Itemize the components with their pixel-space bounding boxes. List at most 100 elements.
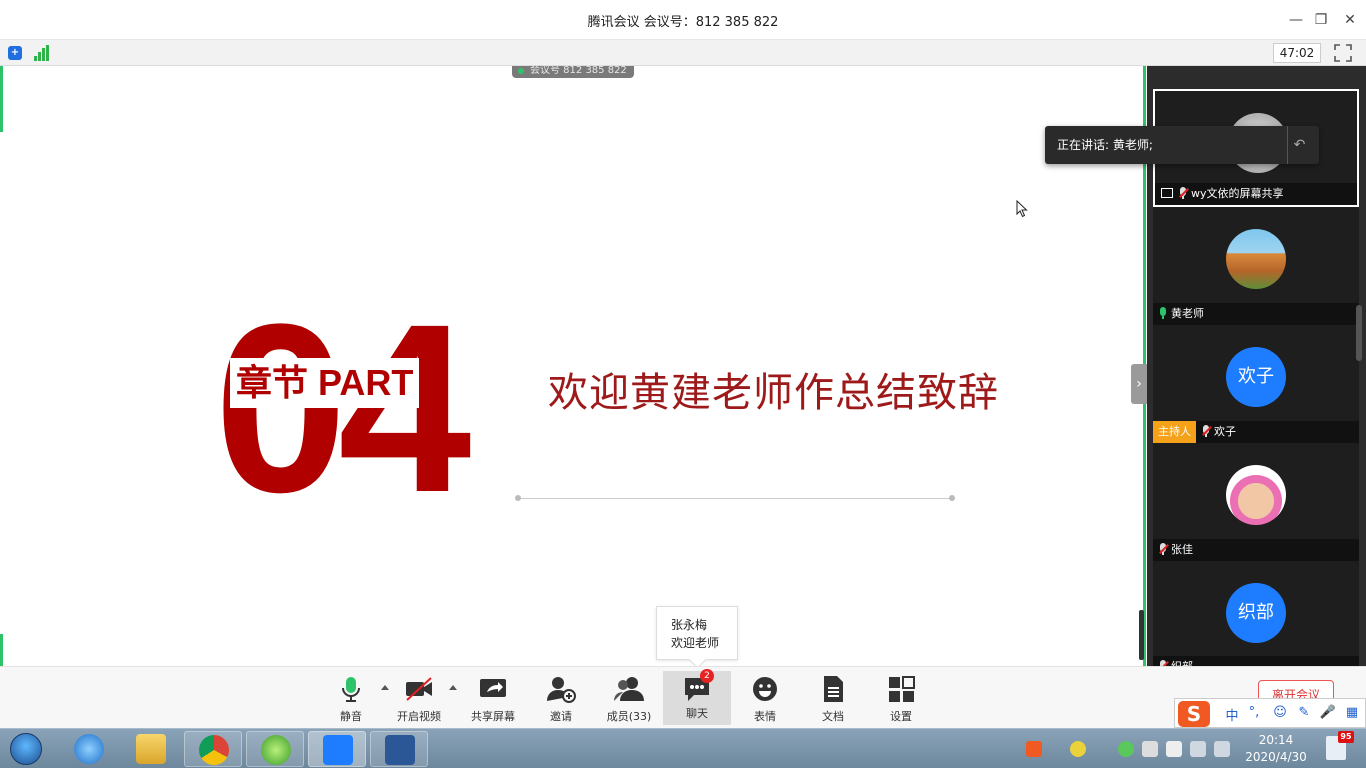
video-label: 开启视频 [397,710,441,723]
participant-tile[interactable]: 张佳 [1153,443,1359,561]
ime-language-toggle[interactable]: 中 [1223,705,1241,724]
speaking-indicator: 正在讲话: 黄老师; ↶ [1045,126,1319,164]
host-badge: 主持人 [1153,421,1196,443]
avatar [1226,465,1286,525]
chat-sender: 张永梅 [671,618,708,632]
close-button[interactable]: ✕ [1338,8,1362,32]
chat-message-popup[interactable]: 张永梅 欢迎老师 [656,606,738,660]
settings-label: 设置 [890,710,912,723]
ime-toolbox-icon[interactable]: ▦ [1343,705,1361,720]
sync-app-icon [261,735,291,765]
ime-handwriting-icon[interactable]: ✎ [1295,705,1313,720]
taskbar-ie[interactable] [60,731,118,767]
invite-label: 邀请 [550,710,572,723]
share-screen-button[interactable]: 共享屏幕 [459,671,527,725]
window-title: 腾讯会议 会议号：812 385 822 [587,15,779,30]
chat-icon-wrap: 2 [682,669,714,703]
participant-tile[interactable]: 欢子 主持人 欢子 [1153,325,1359,443]
taskbar-word[interactable] [370,731,428,767]
taskbar-app-green[interactable] [246,731,304,767]
mic-muted-icon [1179,187,1189,199]
share-screen-icon [480,679,506,697]
ime-toolbar: S 中 °, ☺ ✎ 🎤 ▦ [1174,698,1366,728]
security-shield-icon[interactable]: + [8,46,22,60]
sogou-logo-icon[interactable]: S [1178,701,1210,727]
network-icon[interactable] [1190,741,1206,757]
participant-name-bar: 黄老师 [1153,303,1359,325]
tray-user-icon[interactable] [1142,741,1158,757]
notification-icon[interactable]: 95 [1326,731,1354,760]
emoji-button[interactable]: 表情 [731,671,799,725]
clock-date: 2020/4/30 [1245,750,1307,764]
ime-voice-icon[interactable]: 🎤 [1319,705,1337,720]
speaking-text: 正在讲话: 黄老师; [1057,138,1153,152]
share-scrollbar[interactable] [1139,610,1144,660]
minimize-button[interactable]: — [1284,8,1308,32]
taskbar-chrome[interactable] [184,731,242,767]
documents-label: 文档 [822,710,844,723]
meeting-info-bar: + 47:02 [0,40,1366,66]
chat-message: 欢迎老师 [671,636,720,650]
grid-settings-icon [889,676,915,702]
avatar: 欢子 [1226,347,1286,407]
avatar: 织部 [1226,583,1286,643]
tray-sogou-icon[interactable] [1026,741,1042,757]
video-options-caret-icon[interactable] [449,685,457,690]
clock-time: 20:14 [1258,733,1294,747]
ime-emoji-icon[interactable]: ☺ [1271,705,1289,720]
mic-muted-icon [1202,425,1212,437]
network-signal-icon[interactable] [34,45,50,61]
share-border-left-top [0,66,3,132]
camera-off-icon [406,677,432,701]
participant-tile[interactable]: 织部 织部 [1153,561,1359,666]
taskbar-clock[interactable]: 20:14 2020/4/30 [1240,732,1312,766]
reply-arrow-icon[interactable]: ↶ [1287,126,1311,164]
participant-name: 黄老师 [1171,307,1204,320]
windows-taskbar: 20:14 2020/4/30 95 [0,728,1366,768]
members-button[interactable]: 成员(33) [595,671,663,725]
participant-tile[interactable]: 黄老师 [1153,207,1359,325]
taskbar-explorer[interactable] [122,731,180,767]
volume-icon[interactable] [1214,741,1230,757]
slide-number-four: 4 [338,274,472,542]
participant-name: 张佳 [1171,543,1193,556]
start-video-button[interactable]: 开启视频 [385,671,453,725]
microphone-icon [342,677,360,702]
participant-name-bar: 主持人 欢子 [1153,421,1359,443]
tencent-meeting-icon [323,735,353,765]
invite-button[interactable]: 邀请 [527,671,595,725]
share-border-left-bottom [0,634,3,666]
start-button[interactable] [4,731,48,767]
notification-badge: 95 [1338,731,1354,743]
collapse-panel-button[interactable]: › [1131,364,1147,404]
participant-name: 欢子 [1214,425,1236,438]
tray-device-icon[interactable] [1166,741,1182,757]
chrome-icon [199,735,229,765]
chat-unread-badge: 2 [700,669,714,683]
meeting-timer: 47:02 [1273,43,1321,63]
taskbar-tencent-meeting[interactable] [308,731,366,767]
screen-share-icon [1161,188,1173,198]
chat-label: 聊天 [686,707,708,720]
documents-button[interactable]: 文档 [799,671,867,725]
smiley-icon [753,677,777,701]
word-icon [385,735,415,765]
members-label: 成员(33) [606,710,652,723]
tray-green-icon[interactable] [1118,741,1134,757]
chat-button[interactable]: 2 聊天 [663,669,731,725]
ime-punctuation-toggle[interactable]: °, [1245,705,1263,720]
participant-name: wy文依的屏幕共享 [1191,187,1284,200]
restore-button[interactable]: ❐ [1309,8,1333,32]
panel-scrollbar[interactable] [1356,305,1362,361]
share-label: 共享屏幕 [471,710,515,723]
mouse-cursor-icon [1016,200,1028,218]
settings-button[interactable]: 设置 [867,671,935,725]
mute-button[interactable]: 静音 [317,671,385,725]
emoji-label: 表情 [754,710,776,723]
tray-app-icon[interactable] [1070,741,1086,757]
meeting-id-pill[interactable]: 会议号 812 385 822 [512,66,634,78]
slide-chapter-label: 章节 PART [230,358,420,408]
fullscreen-icon[interactable] [1334,44,1352,62]
participant-name-bar: 张佳 [1153,539,1359,561]
title-bar: 腾讯会议 会议号：812 385 822 — ❐ ✕ [0,0,1366,40]
